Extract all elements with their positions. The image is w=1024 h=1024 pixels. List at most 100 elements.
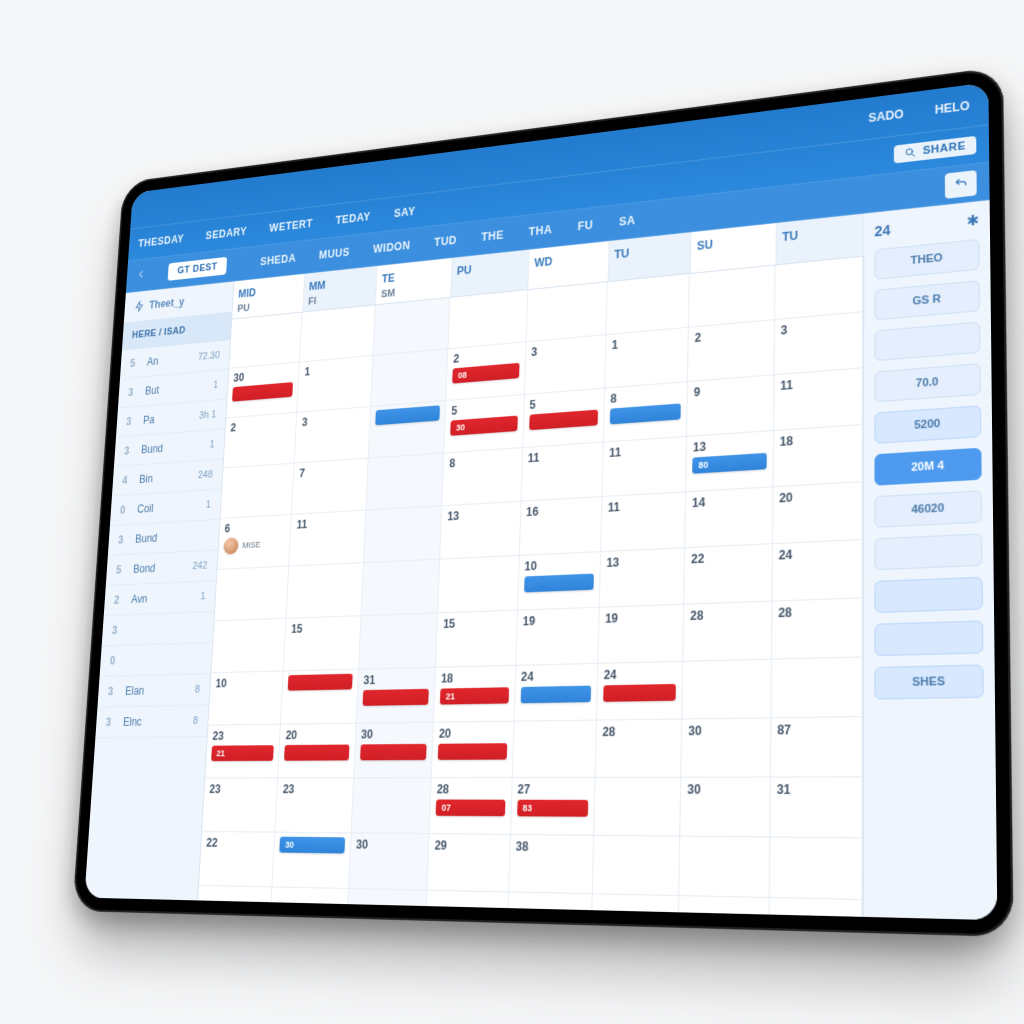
calendar-day-cell[interactable]: 11 [601,492,686,552]
calendar-day-cell[interactable] [526,282,607,342]
calendar-day-cell[interactable] [507,892,593,920]
calendar-day-cell[interactable]: 15 [436,611,518,668]
secondary-tab[interactable]: THE [481,228,504,243]
secondary-tab[interactable]: FU [577,218,593,233]
avatar-event[interactable]: MISE [223,535,285,555]
calendar-day-cell[interactable]: 5 [523,389,605,448]
calendar-event[interactable] [288,674,353,691]
primary-tab[interactable]: WETERT [269,217,313,235]
calendar-day-cell[interactable] [351,778,431,834]
calendar-event[interactable]: 83 [517,800,588,817]
calendar-day-cell[interactable]: 19 [516,608,600,666]
calendar-event[interactable]: 21 [211,745,274,761]
calendar-day-cell[interactable] [689,265,775,327]
calendar-day-cell[interactable]: 9 [687,375,774,437]
nav-back-icon[interactable] [136,267,148,283]
today-button[interactable]: GT DEST [168,257,228,281]
calendar-day-cell[interactable]: 1821 [434,666,516,723]
calendar-day-cell[interactable]: 30 [226,362,300,418]
calendar-day-cell[interactable] [679,837,769,898]
calendar-day-cell[interactable] [361,560,440,617]
calendar-day-cell[interactable] [512,721,597,778]
calendar-event[interactable]: 07 [436,799,505,816]
calendar-event[interactable] [520,686,591,704]
sidebar-item[interactable]: 3Elan8 [97,674,210,707]
calendar-day-cell[interactable]: 24 [772,540,863,602]
calendar-day-cell[interactable]: 30 [273,833,352,889]
calendar-day-cell[interactable]: 87 [771,717,863,777]
primary-tab[interactable]: SEDARY [205,225,247,242]
calendar-day-cell[interactable]: 23 [202,778,278,832]
calendar-day-cell[interactable]: 8 [442,448,522,506]
calendar-day-cell[interactable] [591,894,679,920]
calendar-day-cell[interactable]: 13 [600,548,686,608]
calendar-event[interactable] [603,684,676,702]
sidebar-item[interactable]: 5Bond242 [106,550,218,586]
rpanel-pill[interactable]: THEO [874,239,979,280]
calendar-day-cell[interactable]: 1380 [686,431,773,492]
calendar-day-cell[interactable]: 3 [524,335,606,395]
secondary-tab[interactable]: SA [619,213,636,228]
calendar-day-cell[interactable]: 20 [432,722,514,778]
calendar-day-cell[interactable]: 22 [684,544,772,605]
sidebar-item[interactable]: 0 [100,643,213,677]
sidebar-item[interactable]: 2Avn1 [104,581,216,616]
calendar-day-cell[interactable]: 1 [297,356,373,413]
calendar-day-cell[interactable]: 18 [773,425,863,487]
calendar-event[interactable] [362,689,429,706]
calendar-day-cell[interactable] [769,838,862,901]
calendar-day-cell[interactable]: 2807 [430,778,513,835]
calendar-day-cell[interactable]: 28 [683,602,772,662]
calendar-day-cell[interactable] [359,613,438,669]
calendar-day-cell[interactable]: 28 [772,598,863,659]
rpanel-pill[interactable] [874,577,982,613]
calendar-day-cell[interactable] [606,274,690,335]
calendar-event[interactable] [524,574,594,593]
sparkle-icon[interactable]: ✱ [967,211,980,230]
rpanel-pill[interactable]: 5200 [874,405,981,444]
secondary-tab[interactable]: TUD [434,234,457,249]
secondary-tab[interactable]: THA [528,223,552,239]
calendar-event[interactable] [529,410,598,431]
calendar-day-cell[interactable]: 15 [284,616,361,671]
calendar-day-cell[interactable]: 30 [681,718,771,777]
calendar-day-cell[interactable]: 11 [289,511,366,567]
ribbon-top-item[interactable]: SADO [868,107,903,125]
calendar-day-cell[interactable] [364,506,443,563]
calendar-event[interactable]: 30 [280,837,345,854]
calendar-event[interactable] [360,744,427,760]
rpanel-pill[interactable] [874,620,983,656]
calendar-event[interactable] [232,382,293,402]
rpanel-pill[interactable]: 20M 4 [874,448,981,486]
calendar-event[interactable]: 21 [440,687,509,704]
calendar-day-cell[interactable]: 20 [278,724,356,779]
calendar-event[interactable] [610,403,681,424]
calendar-day-cell[interactable] [281,670,359,725]
calendar-day-cell[interactable] [368,401,446,458]
calendar-day-cell[interactable] [287,563,364,619]
calendar-day-cell[interactable]: 22 [199,832,276,887]
calendar-day-cell[interactable] [771,657,863,718]
calendar-day-cell[interactable]: 2783 [510,778,595,836]
calendar-day-cell[interactable] [373,298,450,356]
calendar-day-cell[interactable]: 19 [598,605,684,664]
sidebar-item[interactable]: 3 [102,612,214,646]
calendar-day-cell[interactable]: 6MISE [217,515,292,570]
calendar-day-cell[interactable] [220,464,294,519]
calendar-day-cell[interactable]: 31 [770,777,863,838]
calendar-day-cell[interactable] [678,896,769,920]
calendar-day-cell[interactable]: 8 [604,382,689,443]
calendar-day-cell[interactable]: 208 [446,342,526,401]
calendar-day-cell[interactable]: 31 [356,668,436,724]
calendar-day-cell[interactable]: 30 [349,833,430,890]
calendar-day-cell[interactable]: 30 [680,778,770,838]
calendar-event[interactable]: 80 [692,453,766,474]
calendar-day-cell[interactable]: 11 [521,443,604,502]
calendar-day-cell[interactable] [270,887,349,920]
calendar-day-cell[interactable]: 20 [773,482,863,544]
calendar-day-cell[interactable]: 10 [518,552,601,610]
calendar-day-cell[interactable]: 2 [223,413,297,469]
calendar-day-cell[interactable] [300,305,375,362]
primary-tab[interactable]: SAY [394,205,416,220]
calendar-day-cell[interactable] [448,290,527,349]
